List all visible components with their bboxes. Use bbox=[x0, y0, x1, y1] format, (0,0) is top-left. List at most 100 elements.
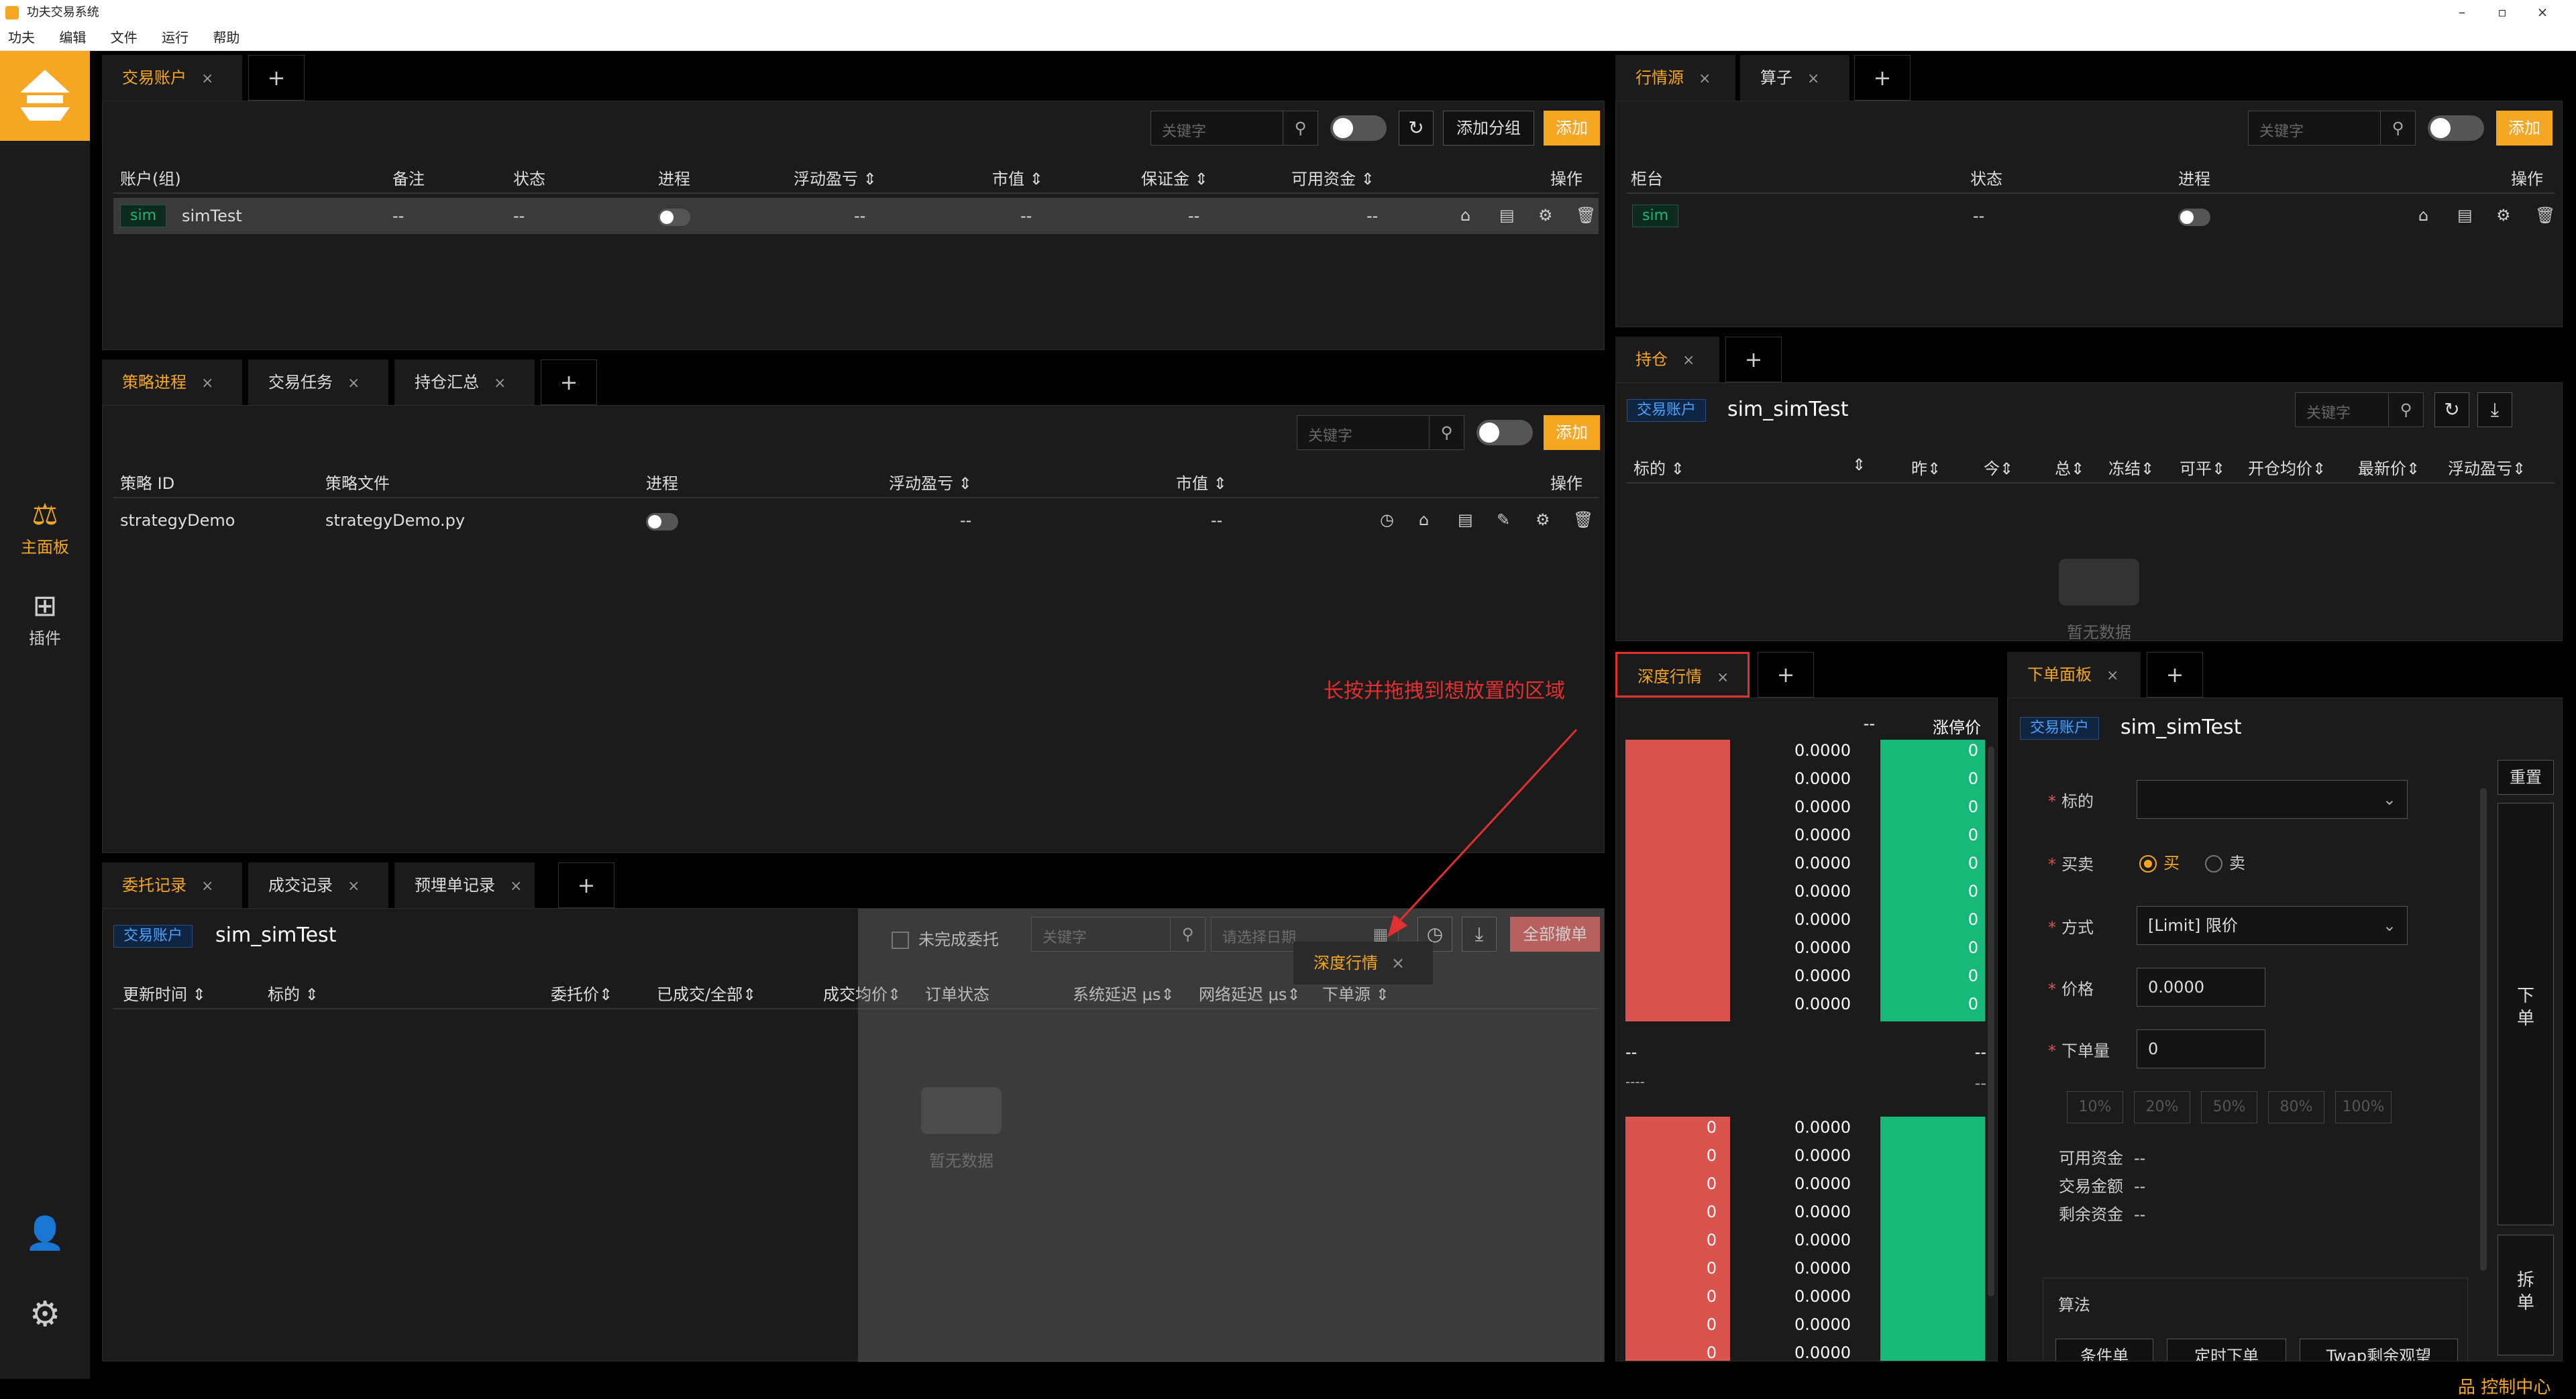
col-yesterday[interactable]: 昨⇕ bbox=[1911, 455, 1941, 479]
instrument-select[interactable]: ⌄ bbox=[2137, 780, 2408, 819]
add-tab-button[interactable]: + bbox=[1725, 337, 1782, 382]
close-icon[interactable]: × bbox=[201, 375, 213, 392]
tab-trades[interactable]: 成交记录 × bbox=[248, 862, 389, 908]
order-type-select[interactable]: [Limit] 限价 ⌄ bbox=[2137, 906, 2408, 945]
trash-icon[interactable]: 🗑 bbox=[2535, 206, 2555, 225]
md-process-toggle[interactable] bbox=[2428, 115, 2484, 141]
file-icon[interactable]: ▤ bbox=[1499, 206, 1515, 225]
close-icon[interactable]: × bbox=[201, 70, 213, 87]
col-pnl[interactable]: 浮动盈亏 ⇕ bbox=[794, 166, 877, 189]
col-market-value[interactable]: 市值 ⇕ bbox=[992, 166, 1043, 189]
md-search[interactable]: 关键字 ⚲ bbox=[2248, 111, 2416, 146]
tab-position-summary[interactable]: 持仓汇总 × bbox=[394, 359, 535, 405]
tab-md-source[interactable]: 行情源 × bbox=[1615, 55, 1736, 101]
tab-preorders[interactable]: 预埋单记录 × bbox=[394, 862, 535, 908]
bank-icon[interactable]: ⌂ bbox=[1419, 510, 1429, 529]
close-icon[interactable]: × bbox=[1682, 352, 1695, 369]
tab-depth[interactable]: 深度行情 × bbox=[1615, 652, 1750, 697]
user-icon[interactable]: 👤 bbox=[0, 1214, 90, 1252]
buy-radio[interactable]: 买 bbox=[2139, 850, 2180, 873]
add-tab-button[interactable]: + bbox=[248, 55, 305, 101]
close-icon[interactable]: × bbox=[2106, 667, 2118, 684]
add-tab-button[interactable]: + bbox=[1854, 55, 1911, 101]
table-row[interactable]: sim -- ⌂ ▤ ⚙ 🗑 bbox=[1627, 198, 2555, 234]
accounts-search[interactable]: 关键字 ⚲ bbox=[1150, 111, 1318, 146]
split-order-button[interactable]: 拆 单 bbox=[2498, 1235, 2554, 1355]
tab-order-pad[interactable]: 下单面板 × bbox=[2007, 652, 2141, 697]
col-open-avg[interactable]: 开仓均价⇕ bbox=[2248, 455, 2326, 479]
pct-80-button[interactable]: 80% bbox=[2268, 1091, 2324, 1123]
add-tab-button[interactable]: + bbox=[1758, 652, 1814, 697]
gear-icon[interactable]: ⚙ bbox=[2496, 206, 2511, 225]
dragging-tab-ghost[interactable]: 深度行情 × bbox=[1293, 942, 1433, 985]
restore-button[interactable]: ▫ bbox=[2482, 0, 2522, 25]
add-group-button[interactable]: 添加分组 bbox=[1443, 111, 1534, 146]
clock-icon[interactable]: ◷ bbox=[1380, 510, 1394, 529]
tab-positions[interactable]: 持仓 × bbox=[1615, 337, 1720, 382]
add-tab-button[interactable]: + bbox=[558, 862, 614, 908]
trash-icon[interactable]: 🗑 bbox=[1573, 510, 1593, 529]
scrollbar[interactable] bbox=[2480, 788, 2487, 1271]
col-market-value[interactable]: 市值 ⇕ bbox=[1176, 470, 1227, 494]
col-margin[interactable]: 保证金 ⇕ bbox=[1141, 166, 1208, 189]
scrollbar[interactable] bbox=[1988, 746, 1994, 1296]
close-icon[interactable]: × bbox=[347, 375, 360, 392]
col-pnl[interactable]: 浮动盈亏 ⇕ bbox=[889, 470, 972, 494]
col-closable[interactable]: 可平⇕ bbox=[2180, 455, 2225, 479]
tab-accounts[interactable]: 交易账户 × bbox=[102, 55, 243, 101]
col-order-price[interactable]: 委托价⇕ bbox=[551, 981, 612, 1005]
add-md-button[interactable]: 添加 bbox=[2496, 111, 2553, 146]
gear-icon[interactable]: ⚙ bbox=[1536, 510, 1550, 529]
price-input[interactable]: 0.0000 bbox=[2137, 968, 2265, 1007]
process-toggle[interactable] bbox=[2178, 209, 2210, 226]
positions-search[interactable]: 关键字 ⚲ bbox=[2295, 392, 2424, 427]
col-instrument[interactable]: 标的 ⇕ bbox=[1633, 455, 1684, 479]
col-pnl[interactable]: 浮动盈亏⇕ bbox=[2448, 455, 2526, 479]
strategy-search[interactable]: 关键字 ⚲ bbox=[1297, 415, 1464, 450]
table-row[interactable]: strategyDemo strategyDemo.py -- -- ◷ ⌂ ▤… bbox=[113, 502, 1599, 539]
bank-icon[interactable]: ⌂ bbox=[2418, 206, 2428, 225]
search-icon[interactable]: ⚲ bbox=[2388, 393, 2423, 427]
tab-operators[interactable]: 算子 × bbox=[1740, 55, 1850, 101]
col-direction[interactable]: ⇕ bbox=[1852, 455, 1866, 474]
accounts-process-toggle[interactable] bbox=[1330, 115, 1387, 141]
pct-10-button[interactable]: 10% bbox=[2067, 1091, 2123, 1123]
qty-input[interactable]: 0 bbox=[2137, 1029, 2265, 1068]
menu-file[interactable]: 文件 bbox=[111, 25, 138, 50]
strategy-process-toggle[interactable] bbox=[1477, 420, 1533, 445]
edit-icon[interactable]: ✎ bbox=[1497, 510, 1510, 529]
col-last-price[interactable]: 最新价⇕ bbox=[2358, 455, 2420, 479]
add-tab-button[interactable]: + bbox=[2147, 652, 2203, 697]
search-icon[interactable]: ⚲ bbox=[1283, 111, 1318, 145]
gear-icon[interactable]: ⚙ bbox=[1538, 206, 1553, 225]
col-instrument[interactable]: 标的 ⇕ bbox=[268, 981, 319, 1005]
col-total[interactable]: 总⇕ bbox=[2055, 455, 2084, 479]
minimize-button[interactable]: – bbox=[2442, 0, 2482, 25]
algo-twap-button[interactable]: Twap剩余观望 bbox=[2300, 1339, 2458, 1361]
file-icon[interactable]: ▤ bbox=[2457, 206, 2473, 225]
download-button[interactable]: ⤓ bbox=[2477, 392, 2512, 427]
pct-20-button[interactable]: 20% bbox=[2134, 1091, 2190, 1123]
bank-icon[interactable]: ⌂ bbox=[1460, 206, 1470, 225]
tab-orders[interactable]: 委托记录 × bbox=[102, 862, 243, 908]
menu-gongfu[interactable]: 功夫 bbox=[8, 25, 35, 50]
refresh-button[interactable]: ↻ bbox=[2434, 392, 2469, 427]
col-frozen[interactable]: 冻结⇕ bbox=[2108, 455, 2154, 479]
add-strategy-button[interactable]: 添加 bbox=[1544, 415, 1600, 450]
col-filled[interactable]: 已成交/全部⇕ bbox=[657, 981, 756, 1005]
search-icon[interactable]: ⚲ bbox=[2380, 111, 2415, 145]
tab-trade-tasks[interactable]: 交易任务 × bbox=[248, 359, 389, 405]
col-account[interactable]: 账户(组) bbox=[120, 166, 181, 189]
search-icon[interactable]: ⚲ bbox=[1429, 416, 1464, 449]
algo-timed-button[interactable]: 定时下单 bbox=[2167, 1339, 2286, 1361]
reset-button[interactable]: 重置 bbox=[2498, 760, 2554, 795]
close-icon[interactable]: × bbox=[201, 878, 213, 895]
add-account-button[interactable]: 添加 bbox=[1544, 111, 1600, 146]
refresh-button[interactable]: ↻ bbox=[1399, 111, 1434, 146]
process-toggle[interactable] bbox=[658, 209, 690, 226]
settings-icon[interactable]: ⚙ bbox=[0, 1294, 90, 1335]
trash-icon[interactable]: 🗑 bbox=[1576, 206, 1596, 225]
pct-100-button[interactable]: 100% bbox=[2335, 1091, 2392, 1123]
close-window-button[interactable]: × bbox=[2522, 0, 2563, 25]
control-center-link[interactable]: 品 控制中心 bbox=[2458, 1374, 2551, 1398]
